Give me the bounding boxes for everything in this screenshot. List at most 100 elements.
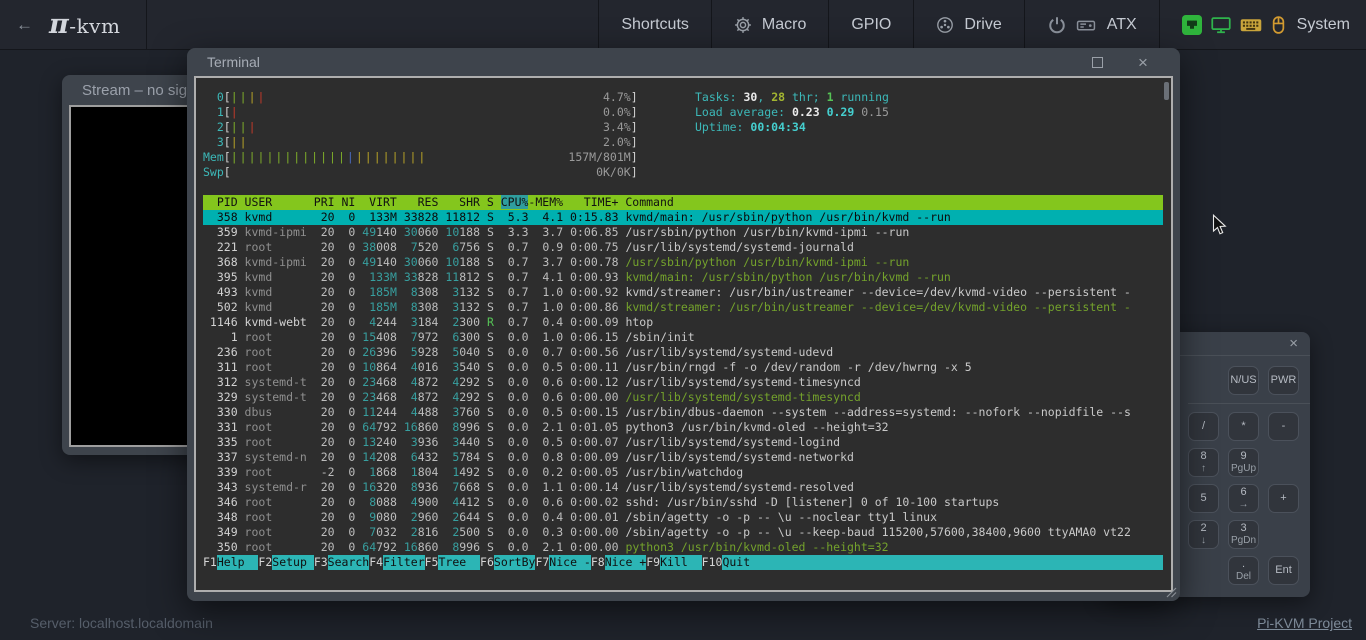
key-main: + [1280,493,1286,504]
htop-output: 0[||||4.7%]1[|0.0%]2[|||3.4%]3[||2.0%]Me… [196,78,1171,570]
process-pid: 502 [203,300,238,314]
fkey-label[interactable]: Kill [660,555,702,570]
numpad-key-ent[interactable]: Ent [1268,556,1299,585]
numpad-key-k6[interactable]: 6→ [1228,484,1259,513]
process-row[interactable]: 359 kvmd-ipmi 20 0 49140 30060 10188 S 3… [203,225,1163,240]
terminal-screen[interactable]: 0[||||4.7%]1[|0.0%]2[|||3.4%]3[||2.0%]Me… [194,76,1173,592]
fkey-label[interactable]: Nice - [549,555,591,570]
process-pid: 349 [203,525,238,539]
process-table-header[interactable]: PID USER PRI NI VIRT RES SHR S CPU%-MEM%… [203,195,1163,210]
numpad-key-pwr[interactable]: PWR [1268,366,1299,395]
fkey-label[interactable]: Nice + [605,555,647,570]
process-row[interactable]: 330 dbus 20 0 11244 4488 3760 S 0.0 0.5 … [203,405,1163,420]
menu-macro[interactable]: Macro [711,0,828,49]
meter-bar: | [258,90,267,104]
meter-mem: Mem[||||||||||||||||||||||157M/801M] [203,150,671,165]
process-row[interactable]: 337 systemd-n 20 0 14208 6432 5784 S 0.0… [203,450,1163,465]
terminal-titlebar[interactable]: Terminal × [187,48,1180,76]
resize-grip-icon[interactable] [1165,586,1177,598]
numpad-key-k3[interactable]: 3PgDn [1228,520,1259,549]
process-row[interactable]: 493 kvmd 20 0 185M 8308 3132 S 0.7 1.0 0… [203,285,1163,300]
numpad-key-k8[interactable]: 8↑ [1188,448,1219,477]
process-user: root [238,465,307,479]
process-row[interactable]: 221 root 20 0 38008 7520 6756 S 0.7 0.9 … [203,240,1163,255]
process-row[interactable]: 1146 kvmd-webt 20 0 4244 3184 2300 R 0.7… [203,315,1163,330]
numpad-key-star[interactable]: * [1228,412,1259,441]
menu-drive[interactable]: Drive [913,0,1023,49]
meter-value: 0K/0K [596,165,631,180]
back-arrow-icon[interactable]: ← [16,15,33,35]
process-row[interactable]: 1 root 20 0 15408 7972 6300 S 0.0 1.0 0:… [203,330,1163,345]
fkey-F7[interactable]: F7 [535,555,549,570]
pikvm-project-link[interactable]: Pi-KVM Project [1257,615,1352,631]
fkey-F6[interactable]: F6 [480,555,494,570]
process-row[interactable]: 311 root 20 0 10864 4016 3540 S 0.0 0.5 … [203,360,1163,375]
maximize-button[interactable] [1074,48,1120,76]
numpad-key-minus[interactable]: - [1268,412,1299,441]
process-row[interactable]: 335 root 20 0 13240 3936 3440 S 0.0 0.5 … [203,435,1163,450]
process-pid: 358 [203,210,238,224]
process-state: S [487,360,494,374]
fkey-F2[interactable]: F2 [258,555,272,570]
fkey-label[interactable]: Filter [383,555,425,570]
process-row[interactable]: 312 systemd-t 20 0 23468 4872 4292 S 0.0… [203,375,1163,390]
process-row[interactable]: 331 root 20 0 64792 16860 8996 S 0.0 2.1… [203,420,1163,435]
process-row[interactable]: 343 systemd-r 20 0 16320 8936 7668 S 0.0… [203,480,1163,495]
process-pid: 339 [203,465,238,479]
process-row[interactable]: 346 root 20 0 8088 4900 4412 S 0.0 0.6 0… [203,495,1163,510]
meter-2: 2[|||3.4%] [203,120,671,135]
fkey-F5[interactable]: F5 [425,555,439,570]
fkey-label[interactable]: Help [217,555,259,570]
fkey-F3[interactable]: F3 [314,555,328,570]
fkey-F1[interactable]: F1 [203,555,217,570]
process-row[interactable]: 368 kvmd-ipmi 20 0 49140 30060 10188 S 0… [203,255,1163,270]
close-icon[interactable]: × [1289,336,1298,351]
menu-gpio[interactable]: GPIO [828,0,913,49]
process-row[interactable]: 395 kvmd 20 0 133M 33828 11812 S 0.7 4.1… [203,270,1163,285]
key-main: * [1241,421,1245,432]
process-row[interactable]: 339 root -2 0 1868 1804 1492 S 0.0 0.2 0… [203,465,1163,480]
numpad-key-k5[interactable]: 5 [1188,484,1219,513]
fkey-label[interactable]: Tree [438,555,480,570]
close-button[interactable]: × [1120,48,1166,76]
key-sub: PgDn [1231,535,1256,546]
process-row[interactable]: 236 root 20 0 26396 5928 5040 S 0.0 0.7 … [203,345,1163,360]
fkey-label[interactable]: SortBy [494,555,536,570]
numpad-key-k2[interactable]: 2↓ [1188,520,1219,549]
process-row[interactable]: 502 kvmd 20 0 185M 8308 3132 S 0.7 1.0 0… [203,300,1163,315]
menu-shortcuts[interactable]: Shortcuts [598,0,711,49]
process-command: /usr/bin/watchdog [619,465,744,479]
fkey-F10[interactable]: F10 [702,555,723,570]
fkey-F4[interactable]: F4 [369,555,383,570]
fkey-label[interactable]: Search [328,555,370,570]
meter-bar: | [356,150,365,164]
numpad-key-slash[interactable]: / [1188,412,1219,441]
tasks-load-uptime: Tasks: 30, 28 thr; 1 runningLoad average… [695,90,889,180]
process-row[interactable]: 358 kvmd 20 0 133M 33828 11812 S 5.3 4.1… [203,210,1163,225]
numpad-key-k9[interactable]: 9PgUp [1228,448,1259,477]
menu-macro-label: Macro [762,16,806,34]
scrollbar-thumb[interactable] [1164,82,1169,100]
mouse-cursor [1212,214,1228,236]
fkey-F9[interactable]: F9 [646,555,660,570]
process-row[interactable]: 349 root 20 0 7032 2816 2500 S 0.0 0.3 0… [203,525,1163,540]
menu-system[interactable]: System [1159,0,1366,49]
process-state: S [487,420,494,434]
numpad-key-nus[interactable]: N/US [1228,366,1259,395]
fkey-label[interactable]: Setup [272,555,314,570]
fkey-label[interactable]: Quit [722,555,764,570]
process-row[interactable]: 348 root 20 0 9080 2960 2644 S 0.0 0.4 0… [203,510,1163,525]
navbar-spacer [147,0,598,49]
process-row[interactable]: 329 systemd-t 20 0 23468 4872 4292 S 0.0… [203,390,1163,405]
process-command: kvmd/streamer: /usr/bin/ustreamer --devi… [619,300,1131,314]
process-command: htop [619,315,654,329]
numpad-key-dot[interactable]: .Del [1228,556,1259,585]
meter-bar: | [249,90,258,104]
meter-bar: | [418,150,427,164]
meter-bar: | [311,150,320,164]
numpad-key-plus[interactable]: + [1268,484,1299,513]
process-state: S [487,450,494,464]
process-row[interactable]: 350 root 20 0 64792 16860 8996 S 0.0 2.1… [203,540,1163,555]
fkey-F8[interactable]: F8 [591,555,605,570]
menu-atx[interactable]: ATX [1024,0,1159,49]
